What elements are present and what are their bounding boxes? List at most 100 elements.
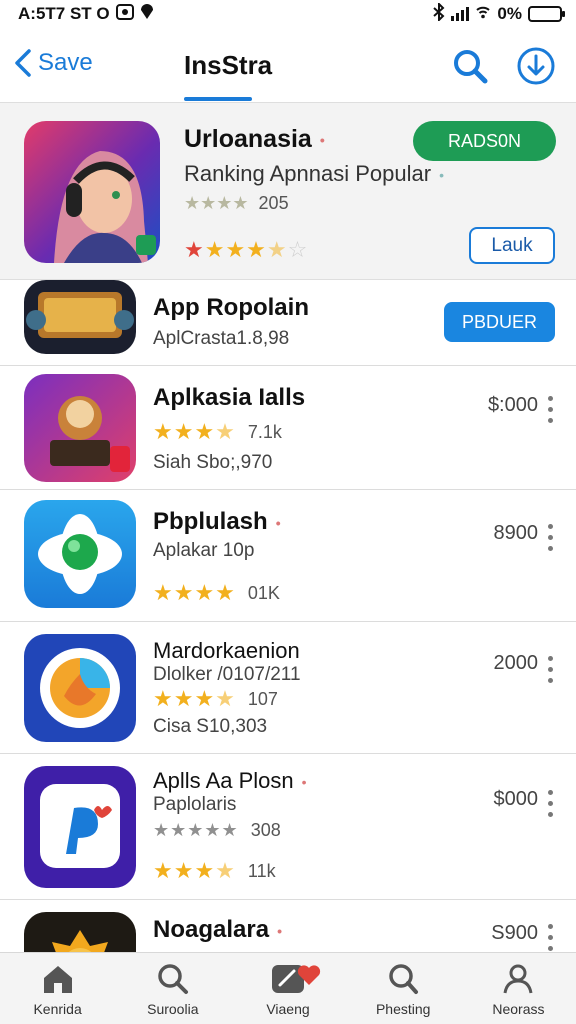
tab-explore[interactable]: Phesting (346, 953, 461, 1024)
app-icon (24, 280, 136, 354)
app-list-item[interactable]: Aplls Aa Plosn • Paplolaris ★★★★★ 308 ★★★… (0, 754, 576, 900)
tab-label: Suroolia (147, 1001, 199, 1017)
app-meta: Dlolker /0107/211 (153, 664, 301, 685)
app-list-item[interactable]: Mardorkaenion Dlolker /0107/211 ★★★ ★ 107… (0, 622, 576, 754)
featured-app-subtitle: Ranking Apnnasi Popular • (184, 161, 444, 186)
status-bar: A:5T7 ST O 0% (0, 0, 576, 28)
more-options-icon[interactable] (548, 790, 554, 817)
page-title: InsStra (184, 50, 273, 80)
app-meta: Paplolaris (153, 794, 237, 815)
search-icon (389, 964, 419, 994)
dot-icon: • (301, 774, 307, 791)
star-icon: ★ (184, 237, 205, 262)
app-list-item[interactable]: Noagalara • S900 (0, 900, 576, 952)
wifi-icon (475, 4, 491, 25)
signal-icon (451, 7, 470, 21)
rating-count: 7.1k (247, 421, 282, 442)
status-time: A:5T7 ST O (18, 4, 110, 23)
location-icon (140, 3, 154, 25)
dot-icon: • (439, 167, 444, 184)
app-price: $:000 (487, 394, 538, 416)
tab-home[interactable]: Kenrida (0, 953, 115, 1024)
dot-icon: • (275, 514, 281, 531)
get-button[interactable]: PBDUER (444, 302, 555, 342)
tab-bar: Kenrida Suroolia Viaeng Phesting Neorass (0, 952, 576, 1024)
navigation-bar: Save InsStra (0, 30, 576, 102)
app-title: Pbplulash • (153, 508, 281, 535)
app-title: Aplls Aa Plosn • (153, 768, 307, 793)
back-button[interactable]: Save (14, 48, 93, 78)
featured-app-card: Urloanasia • Ranking Apnnasi Popular • ★★★… (0, 102, 576, 280)
half-star-icon: ★ (215, 686, 236, 711)
featured-app-title[interactable]: Urloanasia • (184, 125, 325, 154)
star-rating-icon: ★★★★ (184, 193, 249, 213)
star-icon: ★★★★★ (153, 820, 239, 840)
featured-star-rating: ★★★★★☆ (184, 237, 308, 263)
app-title: App Ropolain (153, 294, 309, 321)
tab-label: Kenrida (33, 1001, 82, 1017)
chevron-left-icon (15, 49, 31, 77)
featured-rating-count: 205 (258, 193, 289, 213)
rating-count: 01K (247, 582, 280, 603)
app-star-rating: ★★★ ★ 7.1k (153, 419, 282, 445)
star-icon: ★★★ (204, 237, 267, 262)
app-price: $000 (493, 788, 539, 810)
search-button[interactable] (450, 46, 490, 91)
app-meta: Siah Sbo;,970 (153, 452, 273, 473)
app-title: Aplkasia Ialls (153, 384, 306, 411)
title-underline (184, 97, 252, 101)
download-icon (517, 47, 555, 85)
featured-app-icon[interactable] (24, 121, 160, 263)
search-icon (454, 50, 488, 84)
star-icon: ★★★ (153, 686, 216, 711)
app-icon (24, 374, 136, 482)
tab-label: Viaeng (266, 1001, 310, 1017)
app-price: 2000 (493, 652, 539, 674)
primary-action-button[interactable]: RADS0N (413, 121, 556, 161)
app-meta: Cisa S10,303 (153, 716, 268, 737)
battery-percent: 0% (497, 4, 522, 23)
half-star-icon: ★ (215, 858, 236, 883)
star-icon: ★★★★ (153, 580, 236, 605)
tab-search[interactable]: Suroolia (115, 953, 230, 1024)
empty-star-icon: ☆ (287, 237, 309, 262)
bluetooth-icon (433, 1, 445, 26)
app-icon (24, 912, 136, 952)
app-icon (24, 500, 136, 608)
half-star-icon: ★ (266, 237, 288, 262)
more-options-icon[interactable] (548, 656, 554, 683)
more-options-icon[interactable] (548, 396, 554, 423)
app-icon (24, 766, 136, 888)
app-title: Noagalara • (153, 916, 282, 943)
notification-icon (115, 3, 134, 25)
app-price: S900 (491, 922, 538, 944)
dot-icon: • (277, 922, 282, 939)
tab-updates[interactable]: Viaeng (230, 953, 345, 1024)
app-meta: AplCrasta1.8,98 (153, 328, 290, 349)
more-options-icon[interactable] (548, 924, 554, 951)
secondary-action-button[interactable]: Lauk (469, 227, 555, 264)
profile-icon (503, 964, 533, 994)
app-title: Mardorkaenion (153, 638, 300, 663)
back-label: Save (38, 49, 93, 76)
half-star-icon: ★ (215, 419, 236, 444)
app-list-item[interactable]: App Ropolain AplCrasta1.8,98 PBDUER (0, 280, 576, 366)
app-list-item[interactable]: Pbplulash • Aplakar 10p ★★★★ 01K 8900 (0, 490, 576, 622)
app-list-item[interactable]: Aplkasia Ialls ★★★ ★ 7.1k Siah Sbo;,970 $… (0, 366, 576, 490)
app-price: 8900 (493, 522, 539, 544)
tab-label: Neorass (492, 1001, 545, 1017)
more-options-icon[interactable] (548, 524, 554, 551)
rating-count: 11k (247, 860, 276, 881)
heart-icon (298, 965, 321, 985)
tab-label: Phesting (375, 1001, 431, 1017)
featured-small-rating: ★★★★ 205 (184, 193, 289, 214)
star-icon: ★★★ (153, 858, 216, 883)
app-small-rating: ★★★★★ 308 (153, 820, 281, 841)
tab-profile[interactable]: Neorass (461, 953, 576, 1024)
app-icon (24, 634, 136, 742)
app-star-rating: ★★★ ★ 11k (153, 858, 276, 884)
rating-count: 308 (250, 820, 281, 840)
download-button[interactable] (516, 46, 556, 91)
star-icon: ★★★ (153, 419, 216, 444)
app-star-rating: ★★★★ 01K (153, 580, 280, 606)
